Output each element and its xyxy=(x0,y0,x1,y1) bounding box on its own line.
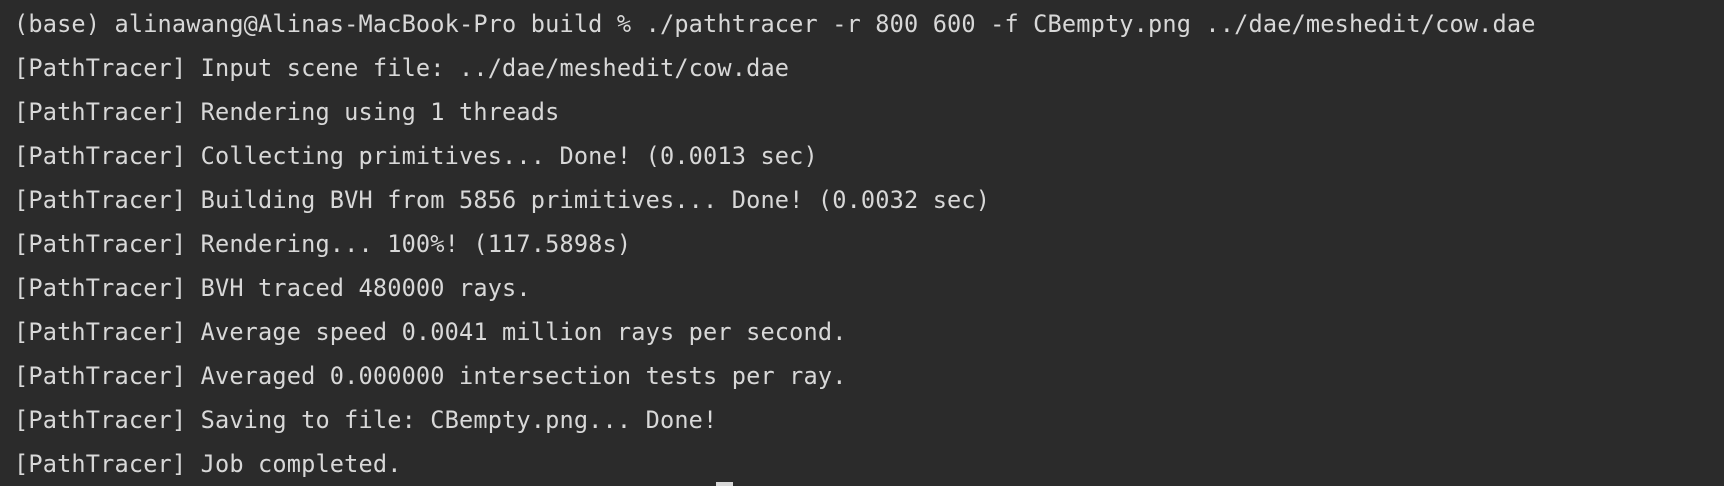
output-line-rendering: [PathTracer] Rendering... 100%! (117.589… xyxy=(14,230,632,258)
text-cursor xyxy=(716,482,733,486)
output-line-input-scene: [PathTracer] Input scene file: ../dae/me… xyxy=(14,54,790,82)
output-line-rays-traced: [PathTracer] BVH traced 480000 rays. xyxy=(14,274,531,302)
output-line-threads: [PathTracer] Rendering using 1 threads xyxy=(14,98,560,126)
output-line-saving: [PathTracer] Saving to file: CBempty.png… xyxy=(14,406,718,434)
command-prompt-line: (base) alinawang@Alinas-MacBook-Pro buil… xyxy=(14,10,1536,38)
output-line-collecting: [PathTracer] Collecting primitives... Do… xyxy=(14,142,818,170)
output-line-bvh-build: [PathTracer] Building BVH from 5856 prim… xyxy=(14,186,991,214)
output-line-intersection-tests: [PathTracer] Averaged 0.000000 intersect… xyxy=(14,362,847,390)
output-line-average-speed: [PathTracer] Average speed 0.0041 millio… xyxy=(14,318,847,346)
terminal-output[interactable]: (base) alinawang@Alinas-MacBook-Pro buil… xyxy=(0,0,1724,486)
output-line-job-completed: [PathTracer] Job completed. xyxy=(14,450,402,478)
